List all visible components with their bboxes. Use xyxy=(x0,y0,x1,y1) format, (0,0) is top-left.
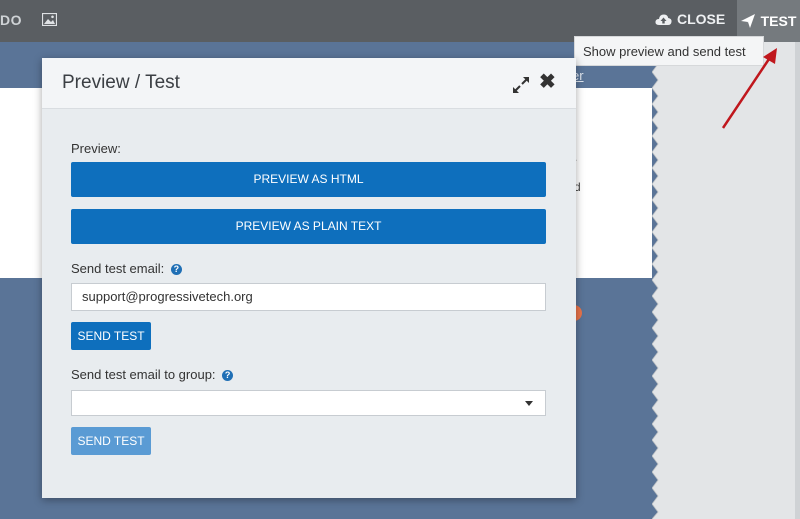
preview-html-button[interactable]: PREVIEW AS HTML xyxy=(71,162,546,197)
question-circle-icon[interactable]: ? xyxy=(222,370,234,382)
question-circle-icon[interactable]: ? xyxy=(170,264,182,276)
send-group-label-text: Send test email to group: xyxy=(71,367,216,382)
test-label: TEST xyxy=(760,13,797,29)
annotation-arrow xyxy=(721,48,777,129)
undo-button[interactable]: DO xyxy=(0,12,22,28)
preview-label: Preview: xyxy=(71,141,121,156)
send-group-label: Send test email to group: ? xyxy=(71,367,234,382)
send-test-button[interactable]: SEND TEST xyxy=(71,322,151,350)
preview-test-modal: Preview / Test ✖ Preview: PREVIEW AS HTM… xyxy=(42,58,576,498)
preview-plain-text-button[interactable]: PREVIEW AS PLAIN TEXT xyxy=(71,209,546,244)
modal-title: Preview / Test xyxy=(62,72,180,93)
right-panel-border xyxy=(795,42,800,519)
test-email-input[interactable]: support@progressivetech.org xyxy=(71,283,546,311)
cloud-upload-icon xyxy=(655,14,672,25)
send-test-email-label: Send test email: ? xyxy=(71,261,182,276)
expand-icon[interactable] xyxy=(513,77,529,93)
close-icon[interactable]: ✖ xyxy=(539,72,556,92)
group-select[interactable] xyxy=(71,390,546,416)
close-button[interactable]: CLOSE xyxy=(655,11,725,27)
close-label: CLOSE xyxy=(677,11,726,27)
image-icon[interactable] xyxy=(42,13,57,26)
send-test-email-label-text: Send test email: xyxy=(71,261,165,276)
send-group-test-button[interactable]: SEND TEST xyxy=(71,427,151,455)
paper-plane-icon xyxy=(740,14,755,28)
modal-header: Preview / Test ✖ xyxy=(42,58,576,109)
chevron-down-icon xyxy=(525,401,533,406)
zigzag-edge xyxy=(652,42,660,519)
